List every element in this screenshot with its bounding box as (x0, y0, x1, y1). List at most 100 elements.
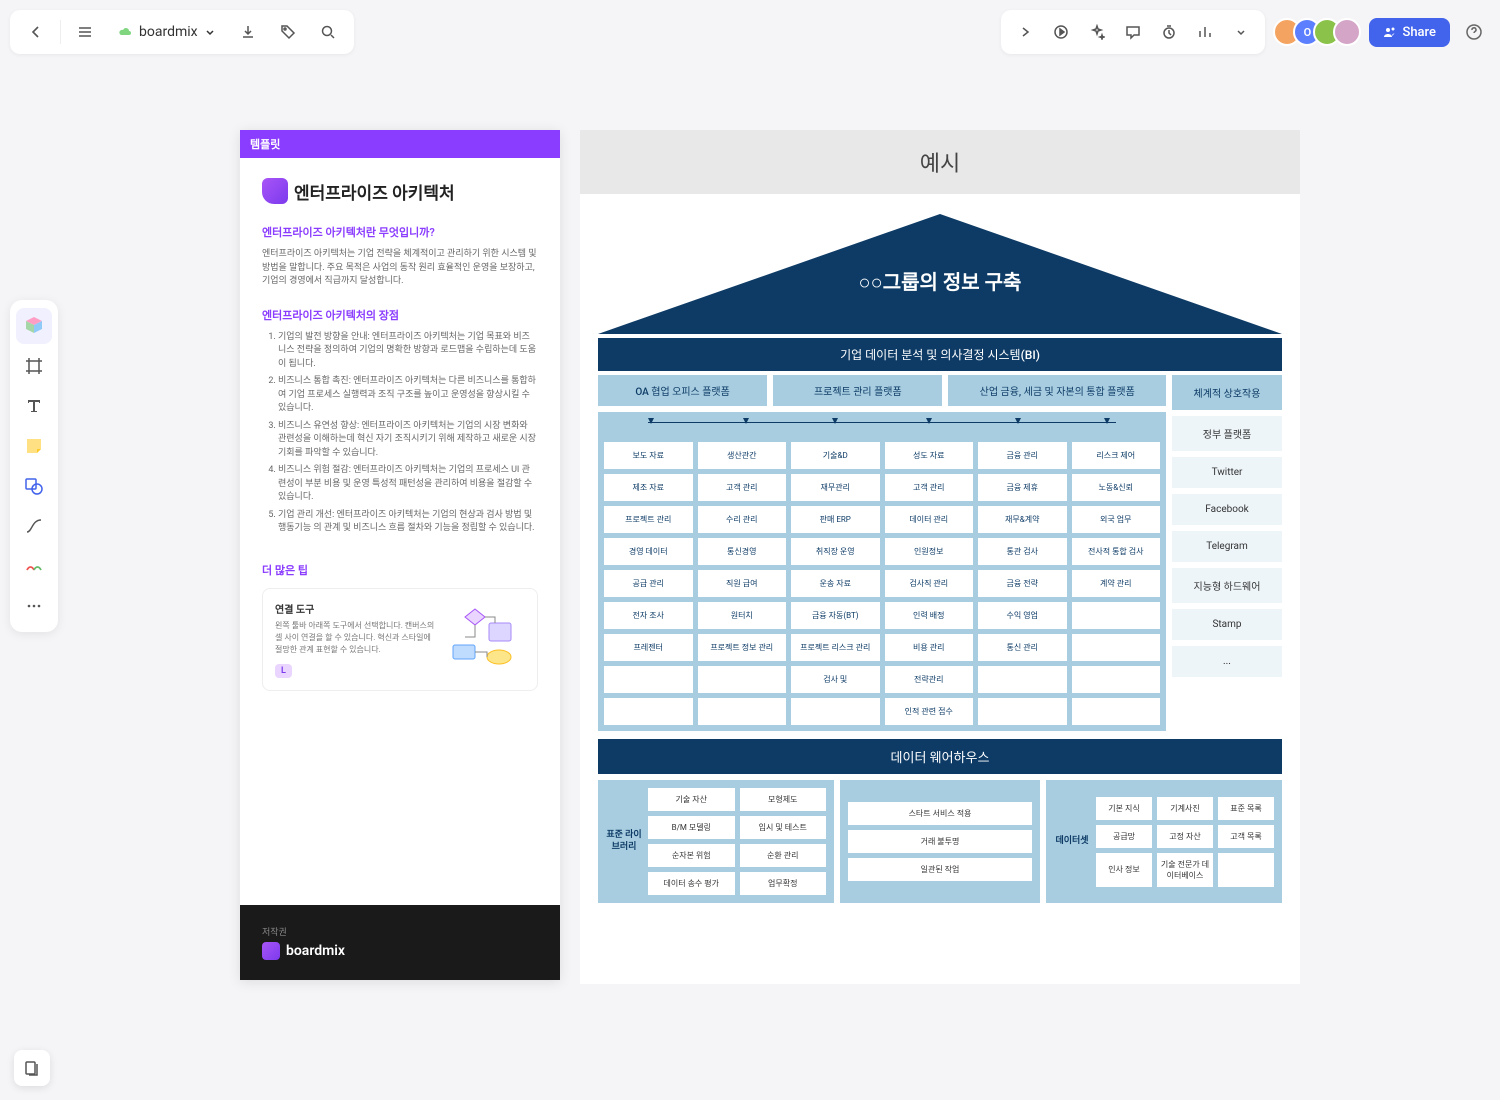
help-button[interactable] (1458, 16, 1490, 48)
advantage-item: 비즈니스 유연성 향상: 엔터프라이즈 아키텍처는 기업의 시장 변화와 관련성… (278, 420, 538, 461)
collaborator-avatars[interactable]: O (1273, 18, 1361, 46)
grid-cell: 노동&신뢰 (1072, 474, 1161, 501)
search-button[interactable] (312, 16, 344, 48)
grid-cell: 수리 관리 (698, 506, 787, 533)
main-grid-container: 보도 자료생산관간기술&D성도 자료금융 관리리스크 제어제조 자료고객 관리재… (598, 412, 1166, 731)
grid-cell: 순환 관리 (740, 844, 827, 867)
grid-cell: 통관 검사 (978, 538, 1067, 565)
grid-cell: 전사적 통합 검사 (1072, 538, 1161, 565)
tip-desc: 왼쪽 툴바 아래쪽 도구에서 선택합니다. 캔버스의 셀 사이 연결을 할 수 … (275, 620, 435, 656)
footer-brand: boardmix (262, 942, 538, 960)
side-title: 체계적 상호작용 (1172, 375, 1282, 410)
grid-cell: 인사 정보 (1096, 853, 1152, 887)
chart-button[interactable] (1189, 16, 1221, 48)
grid-cell: B/M 모델링 (648, 816, 735, 839)
grid-cell: 전략관리 (885, 666, 974, 693)
grid-cell: 금융 관리 (978, 442, 1067, 469)
timer-button[interactable] (1153, 16, 1185, 48)
logo-icon (262, 178, 288, 204)
shape-tool[interactable] (16, 468, 52, 504)
grid-cell: 직원 급여 (698, 570, 787, 597)
library-label: 표준 라이브러리 (606, 830, 642, 853)
grid-cell: 금융 전략 (978, 570, 1067, 597)
dataset-label: 데이터셋 (1054, 836, 1090, 848)
grid-cell: 금융 제휴 (978, 474, 1067, 501)
grid-cell: 표준 목록 (1218, 797, 1274, 820)
expand-button[interactable] (1009, 16, 1041, 48)
side-column: 체계적 상호작용 정부 플랫폼 Twitter Facebook Telegra… (1172, 375, 1282, 731)
sparkle-button[interactable] (1081, 16, 1113, 48)
grid-cell: 고정 자산 (1157, 825, 1213, 848)
pages-button[interactable] (14, 1050, 50, 1086)
canvas[interactable]: 템플릿 엔터프라이즈 아키텍처 엔터프라이즈 아키텍처란 무엇입니까? 엔터프라… (240, 130, 1300, 980)
grid-cell (698, 698, 787, 725)
grid-cell: 비용 관리 (885, 634, 974, 661)
top-toolbar: boardmix O Share (10, 10, 1490, 54)
frame-tool[interactable] (16, 348, 52, 384)
grid-cell: 경영 데이터 (604, 538, 693, 565)
grid-cell (1072, 666, 1161, 693)
menu-button[interactable] (69, 16, 101, 48)
more-button[interactable] (1225, 16, 1257, 48)
play-button[interactable] (1045, 16, 1077, 48)
template-footer: 저작권 boardmix (240, 905, 560, 980)
grid-cell: 프레젠터 (604, 634, 693, 661)
question-desc: 엔터프라이즈 아키텍처는 기업 전략을 체계적이고 관리하기 위한 시스템 및 … (262, 248, 538, 289)
doc-title-dropdown[interactable]: boardmix (109, 24, 224, 40)
back-button[interactable] (20, 16, 52, 48)
main-grid: 보도 자료생산관간기술&D성도 자료금융 관리리스크 제어제조 자료고객 관리재… (604, 442, 1160, 725)
grid-cell: 모형제도 (740, 788, 827, 811)
connector-tool[interactable] (16, 508, 52, 544)
more-tools[interactable] (16, 588, 52, 624)
pen-tool[interactable] (16, 548, 52, 584)
grid-cell: 기술 자산 (648, 788, 735, 811)
template-card[interactable]: 템플릿 엔터프라이즈 아키텍처 엔터프라이즈 아키텍처란 무엇입니까? 엔터프라… (240, 130, 560, 980)
sticky-note-tool[interactable] (16, 428, 52, 464)
grid-cell: 통신 관리 (978, 634, 1067, 661)
example-heading: 예시 (580, 130, 1300, 194)
platform-box: OA 협업 오피스 플랫폼 (598, 375, 767, 406)
grid-cell: 입시 및 테스트 (740, 816, 827, 839)
side-item: ... (1172, 646, 1282, 677)
connector-arrows (604, 418, 1160, 438)
download-button[interactable] (232, 16, 264, 48)
grid-cell: 취직장 운영 (791, 538, 880, 565)
tip-shortcut-badge: L (275, 664, 292, 678)
grid-cell (1072, 602, 1161, 629)
comment-button[interactable] (1117, 16, 1149, 48)
side-item: 지능형 하드웨어 (1172, 568, 1282, 603)
text-tool[interactable] (16, 388, 52, 424)
example-diagram[interactable]: 예시 ○○그룹의 정보 구축 기업 데이터 분석 및 의사결정 시스템(BI) … (580, 130, 1300, 980)
grid-cell: 검사직 관리 (885, 570, 974, 597)
advantage-item: 기업 관리 개선: 엔터프라이즈 아키텍처는 기업의 현상과 검사 방법 및 행… (278, 509, 538, 536)
grid-cell: 금융 자동(BT) (791, 602, 880, 629)
example-body: ○○그룹의 정보 구축 기업 데이터 분석 및 의사결정 시스템(BI) OA … (580, 194, 1300, 984)
advantage-item: 비즈니스 통합 촉진: 엔터프라이즈 아키텍처는 다른 비즈니스를 통합하여 기… (278, 375, 538, 416)
grid-cell: 프로젝트 리스크 관리 (791, 634, 880, 661)
library-grid: 기술 자산모형제도B/M 모델링입시 및 테스트순자본 위험순환 관리데이터 송… (648, 788, 826, 895)
tip-card: 연결 도구 왼쪽 툴바 아래쪽 도구에서 선택합니다. 캔버스의 셀 사이 연결… (262, 588, 538, 691)
grid-cell: 원터치 (698, 602, 787, 629)
tip-title: 연결 도구 (275, 601, 435, 616)
grid-cell: 계약 관리 (1072, 570, 1161, 597)
side-item: Stamp (1172, 609, 1282, 640)
select-tool[interactable] (16, 308, 52, 344)
grid-cell: 판매 ERP (791, 506, 880, 533)
avatar[interactable] (1333, 18, 1361, 46)
grid-cell: 순자본 위험 (648, 844, 735, 867)
grid-cell (604, 698, 693, 725)
advantages-list: 기업의 발전 방향을 안내: 엔터프라이즈 아키텍처는 기업 목표와 비즈니스 … (262, 331, 538, 536)
tag-button[interactable] (272, 16, 304, 48)
advantage-item: 기업의 발전 방향을 안내: 엔터프라이즈 아키텍처는 기업 목표와 비즈니스 … (278, 331, 538, 372)
platform-box: 산업 금융, 세금 및 자본의 통합 플랫폼 (948, 375, 1166, 406)
grid-cell: 외국 업무 (1072, 506, 1161, 533)
dataset-section: 데이터셋 기본 지식기계사진표준 목록공급망고정 자산고객 목록인사 정보기술 … (1046, 780, 1282, 903)
grid-cell: 재무&계약 (978, 506, 1067, 533)
grid-cell: 기술 전문가 데이터베이스 (1157, 853, 1213, 887)
grid-cell: 검사 및 (791, 666, 880, 693)
grid-cell (978, 666, 1067, 693)
share-button[interactable]: Share (1369, 18, 1450, 47)
question-title: 엔터프라이즈 아키텍처란 무엇입니까? (262, 224, 538, 240)
people-icon (1383, 25, 1397, 39)
grid-cell (1218, 853, 1274, 887)
